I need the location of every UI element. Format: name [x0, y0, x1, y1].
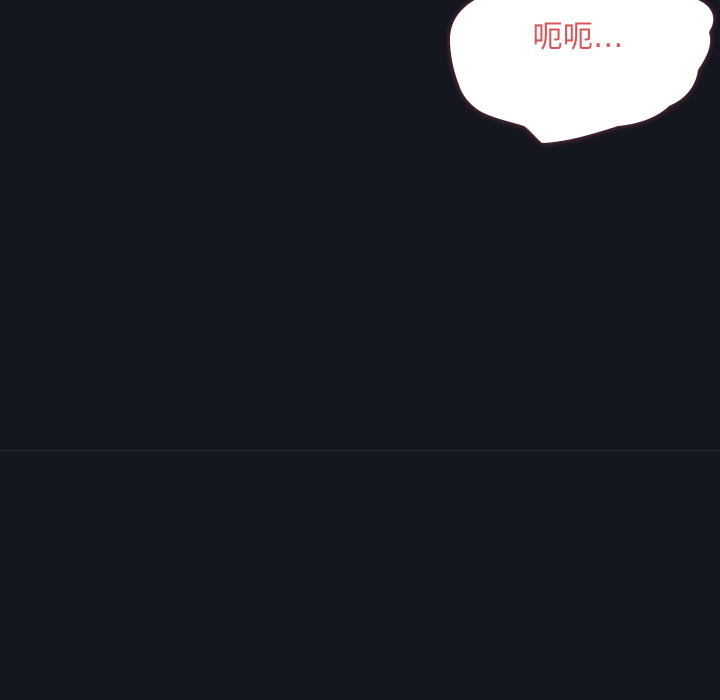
- speech-bubble-text: 呃呃...: [532, 20, 624, 55]
- comic-panel-bottom: [0, 451, 720, 700]
- speech-bubble: 呃呃...: [436, 0, 720, 160]
